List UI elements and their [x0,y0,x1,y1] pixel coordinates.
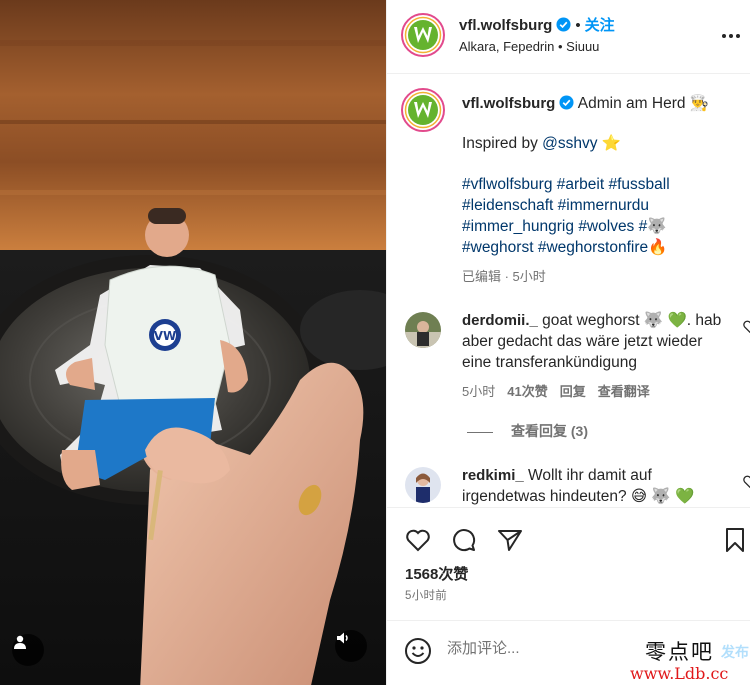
action-bar: 1568次赞 5小时前 [387,507,750,620]
wolfsburg-logo-icon [401,88,445,132]
hashtag-block: #vflwolfsburg #arbeit #fussball #leidens… [462,174,742,258]
emoji-button[interactable] [404,637,432,665]
caption-inspired-line: Inspired by @sshvy ⭐ [462,133,742,154]
caption-first-line: vfl.wolfsburg Admin am Herd 👨‍🍳 [462,93,742,114]
star-emoji: ⭐ [601,135,622,152]
caption-avatar[interactable] [400,87,446,133]
share-button[interactable] [496,526,524,554]
comment-likes[interactable]: 41次赞 [507,384,547,399]
hashtag-link[interactable]: #wolves [578,218,634,235]
header-title-line: vfl.wolfsburg • 关注 [459,14,615,35]
watermark-title: 零点吧 [645,640,714,664]
tagged-users-button[interactable] [12,634,44,666]
comment-bubble-icon [453,529,476,552]
likes-count[interactable]: 1568次赞 [405,563,468,584]
hashtag-link[interactable]: #immer_hungrig [462,218,574,235]
caption-meta: 已编辑 · 5小时 [462,269,546,284]
reply-button[interactable]: 回复 [560,384,586,399]
post-panel: vfl.wolfsburg • 关注 Alkara, Fepedrin • Siuu… [386,0,750,685]
comment-body: derdomii._ goat weghorst 🐺 💚. hab aber g… [462,310,722,402]
watermark-url: www.Ldb.cc [630,664,729,683]
comment-username[interactable]: derdomii._ [462,312,538,329]
hashtag-link[interactable]: #immernurdu [558,197,649,214]
more-options-button[interactable] [719,24,743,48]
separator-dot: • [575,17,581,34]
commenter-avatar[interactable] [405,312,441,348]
account-avatar[interactable] [400,12,446,58]
comment-like-button[interactable] [743,475,750,493]
verified-badge-icon [559,95,574,110]
smiley-icon [405,638,431,664]
mention-link[interactable]: @sshvy [542,135,597,152]
like-button[interactable] [404,526,432,554]
replies-divider [467,431,493,433]
header-username[interactable]: vfl.wolfsburg [459,17,552,34]
comment-input[interactable] [447,640,667,657]
heart-icon [743,320,750,334]
paper-plane-icon [498,530,522,551]
view-replies-button[interactable]: 查看回复 (3) [467,421,588,441]
speaker-icon [337,632,348,644]
media-scene: VW [0,0,386,685]
view-replies-label: 查看回复 (3) [511,423,588,439]
caption-text: Admin am Herd 👨‍🍳 [577,95,710,112]
post-time: 5小时前 [405,590,448,602]
hashtag-link[interactable]: #arbeit [557,176,604,193]
wolfsburg-logo-icon [401,13,445,57]
save-button[interactable] [721,526,749,554]
audio-attribution[interactable]: Alkara, Fepedrin • Siuuu [459,39,599,54]
inspired-prefix: Inspired by [462,135,543,152]
avatar-photo [405,312,441,348]
comment-body: redkimi_ Wollt ihr damit auf irgendetwas… [462,465,722,507]
hashtag-link[interactable]: #weghorstonfire🔥 [538,239,668,256]
more-dots-icon [722,34,740,38]
user-icon [14,635,26,649]
follow-button[interactable]: 关注 [585,17,615,34]
comment-meta: 5小时 41次赞 回复 查看翻译 [462,381,722,402]
bookmark-icon [726,528,744,552]
comment-username[interactable]: redkimi_ [462,467,524,484]
svg-text:VW: VW [154,329,177,343]
comment-time: 5小时 [462,384,496,399]
hashtag-link[interactable]: #fussball [609,176,670,193]
comment-button[interactable] [450,526,478,554]
comment-like-button[interactable] [743,320,750,338]
hashtag-link[interactable]: #🐺 [639,218,667,235]
post-media[interactable]: VW [0,0,386,685]
verified-badge-icon [556,17,571,32]
sound-toggle-button[interactable] [335,630,367,662]
heart-icon [406,529,430,552]
post-header: vfl.wolfsburg • 关注 Alkara, Fepedrin • Siuu… [387,0,750,74]
hashtag-link[interactable]: #leidenschaft [462,197,553,214]
hashtag-link[interactable]: #vflwolfsburg [462,176,552,193]
commenter-avatar[interactable] [405,467,441,503]
heart-icon [743,475,750,489]
post-comment-button[interactable]: 发布 [721,642,749,662]
caption-username[interactable]: vfl.wolfsburg [462,95,555,112]
avatar-photo [405,467,441,503]
hashtag-link[interactable]: #weghorst [462,239,534,256]
comments-section[interactable]: vfl.wolfsburg Admin am Herd 👨‍🍳 Inspired… [387,75,750,507]
post-caption: vfl.wolfsburg Admin am Herd 👨‍🍳 Inspired… [462,93,742,287]
see-translation-button[interactable]: 查看翻译 [598,384,650,399]
